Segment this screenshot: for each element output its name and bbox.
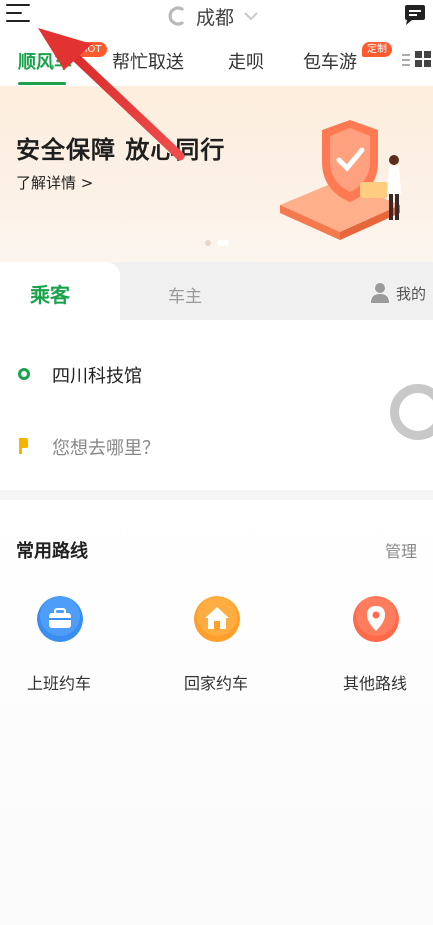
route-home[interactable]: 回家约车 [161,596,271,706]
banner-title: 安全保障 放心同行 [16,136,226,164]
promo-banner[interactable]: 安全保障 放心同行 了解详情 > [0,86,433,264]
briefcase-icon [37,596,83,642]
tab-baocheyou[interactable]: 包车游 [303,48,357,74]
hot-badge: HOT [75,42,107,57]
route-label: 其他路线 [342,674,407,693]
safety-shield-illustration [280,120,401,240]
tab-passenger[interactable]: 乘客 [0,262,120,320]
custom-badge: 定制 [362,42,392,57]
user-icon [371,283,389,303]
city-name: 成都 [196,6,235,29]
origin-dot-icon [18,368,30,380]
tab-driver[interactable]: 车主 [168,282,202,307]
app-logo-icon [168,6,184,26]
banner-pagination [205,240,229,246]
my-button[interactable]: 我的 [370,282,426,304]
partial-tab-icon[interactable] [400,50,414,74]
my-label: 我的 [396,284,427,303]
section-divider [0,490,433,500]
destination-field[interactable]: 您想去哪里？ [0,422,433,468]
destination-placeholder: 您想去哪里？ [52,438,160,459]
origin-field[interactable]: 四川科技馆 [0,350,433,396]
message-icon[interactable] [403,4,427,26]
address-panel: 四川科技馆 您想去哪里？ [0,320,433,490]
city-selector[interactable]: 成都 [166,2,258,30]
destination-flag-icon [19,438,28,454]
route-commute[interactable]: 上班约车 [4,596,114,706]
manage-routes-button[interactable]: 管理 [385,538,417,562]
banner-details-link[interactable]: 了解详情 > [16,172,93,193]
tab-bangmang[interactable]: 帮忙取送 [112,48,184,74]
pagination-dot-active [217,240,229,246]
pagination-dot [205,240,211,246]
chevron-down-icon [244,12,258,21]
service-tabs: 顺风车 HOT 帮忙取送 走呗 包车游 定制 [0,34,433,86]
home-icon [194,596,240,642]
menu-icon[interactable] [6,4,30,24]
tab-passenger-label: 乘客 [30,283,70,307]
tab-shunfengche[interactable]: 顺风车 [18,48,72,74]
common-routes-section: 常用路线 管理 上班约车 回家约车 其他路线 [0,500,433,925]
location-pin-icon [353,596,399,642]
origin-text: 四川科技馆 [52,366,142,387]
tab-zoubei[interactable]: 走呗 [228,48,264,74]
common-routes-title: 常用路线 [16,541,88,562]
route-other[interactable]: 其他路线 [320,596,430,706]
route-label: 上班约车 [26,674,91,693]
grid-icon[interactable] [414,50,432,68]
role-tabs: 乘客 车主 我的 [0,262,433,320]
top-bar: 成都 [0,0,433,34]
active-tab-indicator [18,82,66,85]
route-label: 回家约车 [183,674,248,693]
